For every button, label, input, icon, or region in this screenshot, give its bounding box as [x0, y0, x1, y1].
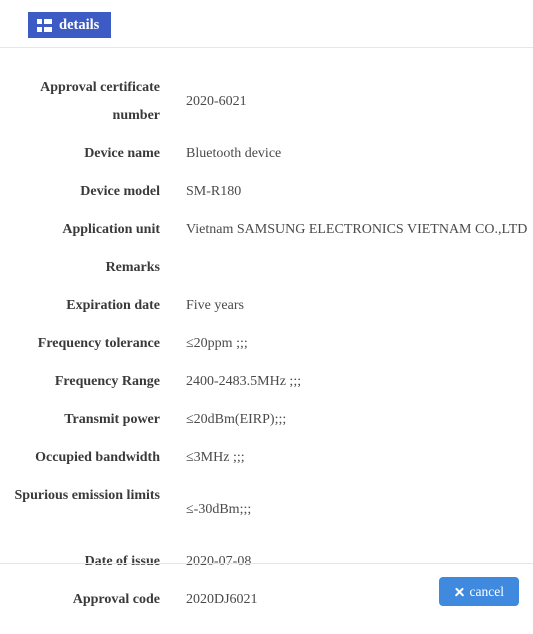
detail-label: Transmit power	[64, 412, 160, 427]
detail-row-application-unit: Application unit Vietnam SAMSUNG ELECTRO…	[0, 216, 533, 244]
detail-label: Approval certificate number	[40, 80, 160, 123]
detail-label: Expiration date	[66, 298, 160, 313]
detail-row-approval-certificate-number: Approval certificate number 2020-6021	[0, 74, 533, 130]
detail-row-frequency-range: Frequency Range 2400-2483.5MHz ;;;	[0, 368, 533, 396]
detail-label: Frequency tolerance	[37, 336, 160, 351]
detail-row-occupied-bandwidth: Occupied bandwidth ≤3MHz ;;;	[0, 444, 533, 472]
detail-value: 2400-2483.5MHz ;;;	[186, 374, 302, 389]
dialog-footer: cancel	[0, 563, 533, 619]
tab-details-label: details	[59, 16, 100, 33]
detail-row-frequency-tolerance: Frequency tolerance ≤20ppm ;;;	[0, 330, 533, 358]
grid-icon	[37, 18, 52, 32]
tab-details[interactable]: details	[28, 12, 112, 38]
detail-label: Device name	[84, 146, 160, 161]
detail-value: 2020-6021	[186, 94, 247, 109]
cancel-button[interactable]: cancel	[438, 576, 519, 607]
detail-value: Five years	[186, 298, 244, 313]
detail-value: ≤-30dBm;;;	[186, 502, 252, 517]
detail-row-transmit-power: Transmit power ≤20dBm(EIRP);;;	[0, 406, 533, 434]
detail-label: Frequency Range	[54, 374, 160, 389]
detail-value: Bluetooth device	[186, 146, 282, 161]
detail-label: Remarks	[105, 260, 160, 275]
detail-label: Application unit	[62, 222, 160, 237]
detail-value: Vietnam SAMSUNG ELECTRONICS VIETNAM CO.,…	[186, 222, 528, 237]
details-form: Approval certificate number 2020-6021 De…	[0, 48, 533, 634]
detail-row-remarks: Remarks	[0, 254, 533, 282]
detail-value: ≤3MHz ;;;	[186, 450, 245, 465]
detail-row-device-name: Device name Bluetooth device	[0, 140, 533, 168]
detail-row-spurious-emission-limits: Spurious emission limits ≤-30dBm;;;	[0, 482, 533, 538]
detail-label: Occupied bandwidth	[35, 450, 160, 465]
detail-value	[160, 254, 533, 282]
cancel-button-label: cancel	[469, 583, 504, 599]
detail-label: Device model	[80, 184, 160, 199]
detail-row-device-model: Device model SM-R180	[0, 178, 533, 206]
detail-label: Spurious emission limits	[14, 488, 160, 503]
detail-value: ≤20dBm(EIRP);;;	[186, 412, 287, 427]
detail-value: ≤20ppm ;;;	[186, 336, 248, 351]
detail-value: SM-R180	[186, 184, 242, 199]
close-icon	[454, 587, 464, 597]
detail-row-expiration-date: Expiration date Five years	[0, 292, 533, 320]
tab-strip: details	[0, 0, 533, 48]
